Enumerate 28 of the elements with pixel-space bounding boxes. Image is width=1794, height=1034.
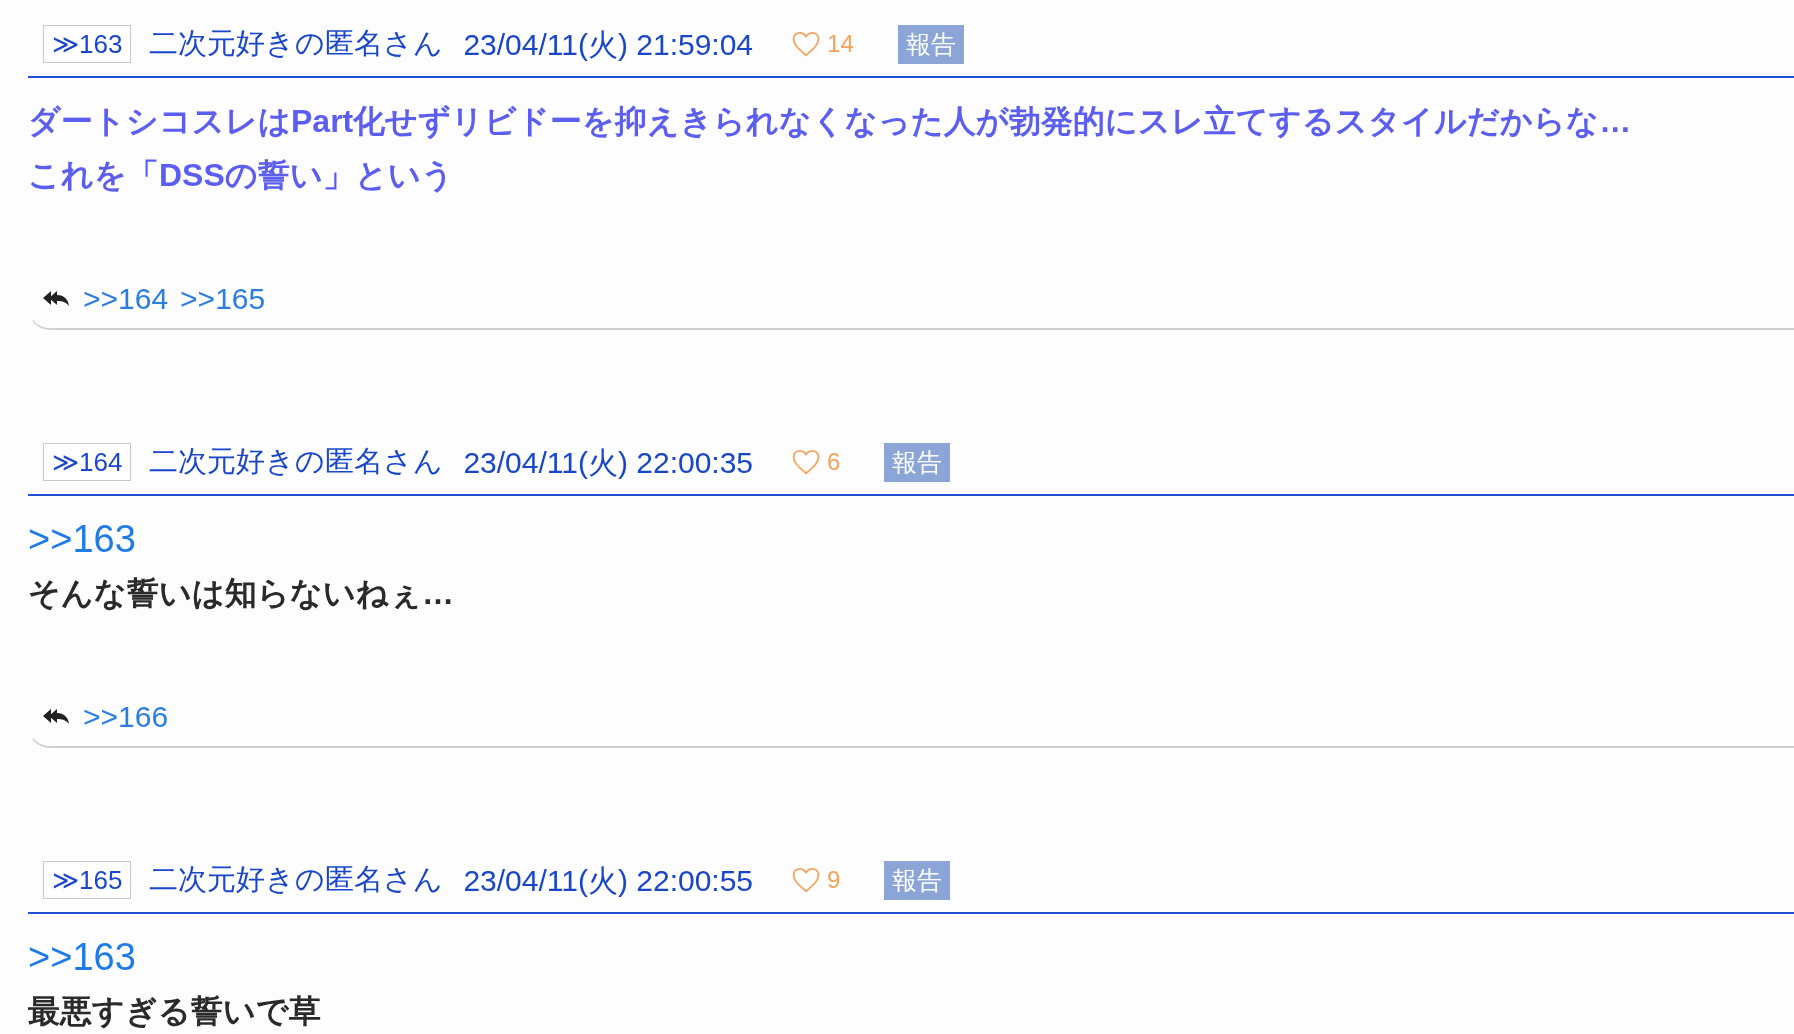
heart-icon[interactable] xyxy=(791,30,822,58)
heart-icon[interactable] xyxy=(791,448,822,476)
post-date: 23/04/11(火) 21:59:04 xyxy=(463,26,754,63)
heart-icon[interactable] xyxy=(791,866,822,894)
poster-name: 二次元好きの匿名さん xyxy=(149,862,444,898)
reply-all-icon xyxy=(41,288,71,308)
post-number[interactable]: ≫165 xyxy=(43,861,132,899)
like-count: 6 xyxy=(827,447,841,477)
post-number[interactable]: ≫164 xyxy=(43,443,132,481)
post-body: 最悪すぎる誓いで草 xyxy=(28,992,321,1031)
reply-all-icon xyxy=(41,706,71,726)
post-date: 23/04/11(火) 22:00:55 xyxy=(463,862,754,899)
reply-link[interactable]: >>165 xyxy=(180,275,266,321)
reply-link[interactable]: >>164 xyxy=(83,275,169,321)
report-button[interactable]: 報告 xyxy=(884,442,951,482)
poster-name: 二次元好きの匿名さん xyxy=(149,444,444,480)
poster-name: 二次元好きの匿名さん xyxy=(149,26,444,62)
like-count: 9 xyxy=(827,865,841,895)
report-button[interactable]: 報告 xyxy=(897,24,964,64)
post-date: 23/04/11(火) 22:00:35 xyxy=(463,444,754,481)
reply-anchor-link[interactable]: >>163 xyxy=(28,930,136,984)
reply-link[interactable]: >>166 xyxy=(83,693,169,739)
post-body: そんな誓いは知らないねぇ… xyxy=(28,574,454,613)
reply-anchor-link[interactable]: >>163 xyxy=(28,512,136,566)
post-body: ダートシコスレはPart化せずリビドーを抑えきられなくなった人が勃発的にスレ立てするスタイルだからな… これを「DSSの誓い」という xyxy=(28,102,1632,195)
like-count: 14 xyxy=(827,29,854,59)
post-number[interactable]: ≫163 xyxy=(43,25,132,63)
report-button[interactable]: 報告 xyxy=(884,860,951,900)
